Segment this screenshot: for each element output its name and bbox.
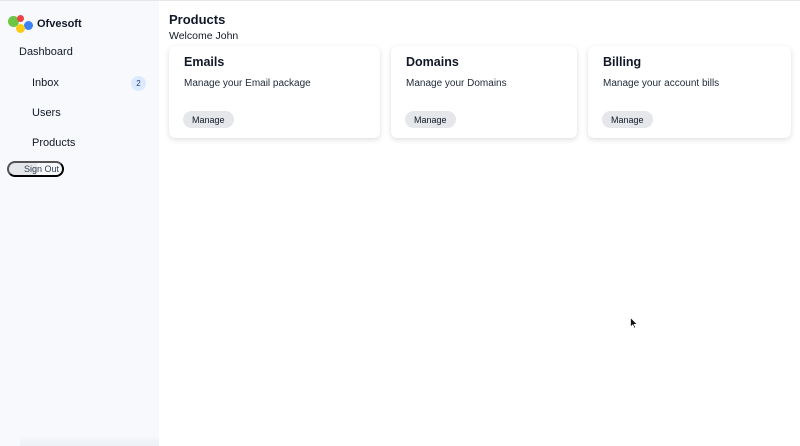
app-window: Ofvesoft Dashboard Inbox 2 Users Product… xyxy=(0,0,800,446)
sidebar: Ofvesoft Dashboard Inbox 2 Users Product… xyxy=(0,1,159,446)
card-description: Manage your Domains xyxy=(406,78,507,89)
sidebar-item-label: Products xyxy=(32,137,76,149)
ofvesoft-logo-icon xyxy=(8,15,34,33)
product-card-emails: Emails Manage your Email package Manage xyxy=(169,46,380,138)
card-description: Manage your Email package xyxy=(184,78,311,89)
card-title: Domains xyxy=(406,55,459,69)
manage-emails-button[interactable]: Manage xyxy=(183,111,234,128)
sidebar-item-inbox[interactable]: Inbox 2 xyxy=(32,75,146,91)
card-description: Manage your account bills xyxy=(603,78,720,89)
sidebar-item-products[interactable]: Products xyxy=(32,135,146,151)
inbox-count-badge: 2 xyxy=(131,75,146,91)
manage-billing-button[interactable]: Manage xyxy=(602,111,653,128)
sidebar-item-users[interactable]: Users xyxy=(32,105,146,121)
welcome-message: Welcome John xyxy=(169,30,239,42)
sidebar-item-label: Inbox xyxy=(32,77,59,89)
page-title: Products xyxy=(169,12,226,27)
sidebar-item-label: Users xyxy=(32,107,61,119)
sidebar-item-dashboard[interactable]: Dashboard xyxy=(19,46,73,58)
product-card-domains: Domains Manage your Domains Manage xyxy=(391,46,577,138)
product-card-billing: Billing Manage your account bills Manage xyxy=(588,46,791,138)
mouse-pointer-icon xyxy=(630,317,638,329)
brand-logo[interactable]: Ofvesoft xyxy=(8,15,82,33)
card-title: Emails xyxy=(184,55,225,69)
card-title: Billing xyxy=(603,55,642,69)
brand-name: Ofvesoft xyxy=(37,18,82,30)
manage-domains-button[interactable]: Manage xyxy=(405,111,456,128)
sidebar-bottom-shadow xyxy=(20,435,159,446)
sign-out-button[interactable]: Sign Out xyxy=(7,161,64,177)
